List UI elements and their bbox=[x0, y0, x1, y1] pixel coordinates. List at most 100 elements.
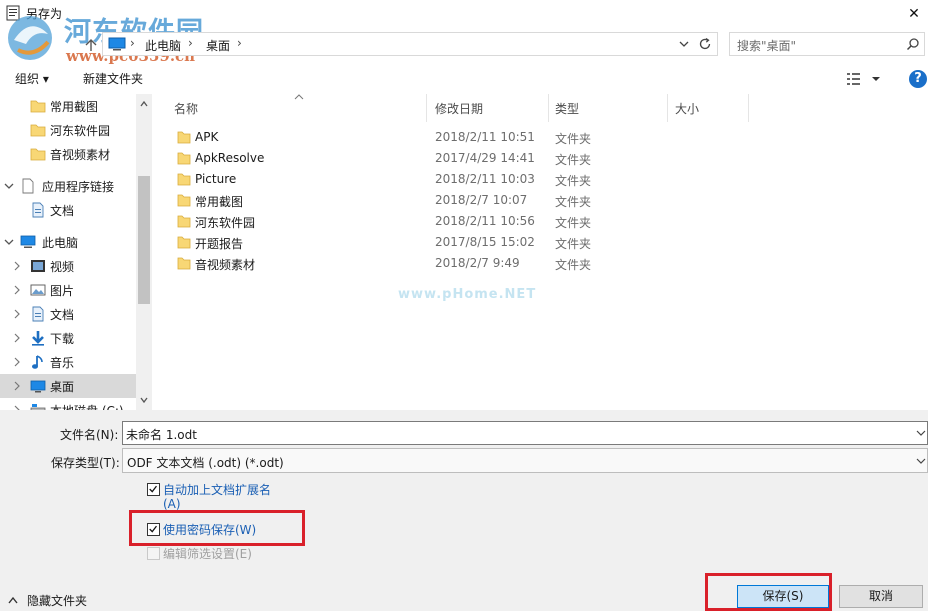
chevron-down-icon[interactable] bbox=[915, 426, 927, 440]
file-row[interactable]: 河东软件园 2018/2/11 10:56 文件夹 bbox=[160, 211, 928, 232]
column-header-name[interactable]: 名称 bbox=[174, 100, 198, 117]
folder-icon bbox=[177, 194, 191, 207]
filename-label: 文件名(N): bbox=[60, 428, 119, 442]
file-name: 开题报告 bbox=[195, 237, 244, 251]
scroll-down-icon[interactable] bbox=[140, 396, 148, 404]
chevron-right-icon[interactable] bbox=[12, 284, 22, 296]
nav-item-label: 本地磁盘 (C:) bbox=[50, 402, 124, 410]
nav-item-pictures[interactable]: 图片 bbox=[0, 278, 136, 302]
breadcrumb-separator: › bbox=[130, 36, 135, 50]
file-date: 2018/2/11 10:56 bbox=[435, 214, 535, 228]
watermark-center: www.pHome.NET bbox=[398, 287, 537, 302]
cancel-button[interactable]: 取消 bbox=[839, 585, 923, 608]
file-date: 2018/2/11 10:51 bbox=[435, 130, 535, 144]
nav-item-desktop[interactable]: 桌面 bbox=[0, 374, 136, 398]
chevron-right-icon[interactable] bbox=[12, 260, 22, 272]
refresh-icon[interactable] bbox=[697, 36, 713, 52]
folder-icon bbox=[177, 257, 191, 270]
file-name: APK bbox=[195, 130, 219, 144]
nav-item-documents-pc[interactable]: 文档 bbox=[0, 302, 136, 326]
view-options-icon[interactable] bbox=[846, 71, 882, 87]
search-placeholder: 搜索"桌面" bbox=[737, 39, 797, 53]
nav-item-local-disk-c[interactable]: 本地磁盘 (C:) bbox=[0, 398, 136, 410]
new-folder-button[interactable]: 新建文件夹 bbox=[83, 70, 143, 87]
column-header-date[interactable]: 修改日期 bbox=[435, 100, 483, 117]
checkmark-icon bbox=[149, 485, 157, 493]
download-icon bbox=[32, 331, 44, 346]
document-icon bbox=[32, 306, 44, 322]
nav-item-label: 常用截图 bbox=[50, 100, 99, 114]
column-divider[interactable] bbox=[748, 94, 749, 122]
nav-item-videos[interactable]: 视频 bbox=[0, 254, 136, 278]
file-row[interactable]: 音视频素材 2018/2/7 9:49 文件夹 bbox=[160, 253, 928, 274]
folder-icon bbox=[30, 124, 46, 137]
search-input[interactable]: 搜索"桌面" bbox=[729, 32, 925, 56]
filetype-label: 保存类型(T): bbox=[51, 456, 120, 470]
nav-item-label: 文档 bbox=[50, 308, 75, 322]
file-name: ApkResolve bbox=[195, 151, 265, 165]
hide-folders-label: 隐藏文件夹 bbox=[27, 594, 88, 608]
file-date: 2017/4/29 14:41 bbox=[435, 151, 535, 165]
nav-item-label: 视频 bbox=[50, 260, 75, 274]
close-button[interactable]: ✕ bbox=[900, 0, 928, 28]
chevron-up-icon bbox=[8, 596, 18, 604]
chevron-down-icon[interactable] bbox=[4, 236, 14, 248]
column-divider[interactable] bbox=[548, 94, 549, 122]
file-row[interactable]: 常用截图 2018/2/7 10:07 文件夹 bbox=[160, 190, 928, 211]
chevron-right-icon[interactable] bbox=[12, 332, 22, 344]
file-date: 2018/2/7 9:49 bbox=[435, 256, 520, 270]
nav-scrollbar-thumb[interactable] bbox=[138, 176, 150, 304]
nav-item-this-pc[interactable]: 此电脑 bbox=[0, 230, 136, 254]
chevron-right-icon[interactable] bbox=[12, 308, 22, 320]
document-icon bbox=[22, 178, 34, 194]
column-divider[interactable] bbox=[667, 94, 668, 122]
help-button[interactable]: ? bbox=[909, 70, 927, 88]
column-divider[interactable] bbox=[426, 94, 427, 122]
chevron-down-icon[interactable] bbox=[4, 180, 14, 192]
column-header-type[interactable]: 类型 bbox=[555, 100, 579, 117]
file-date: 2018/2/7 10:07 bbox=[435, 193, 528, 207]
chevron-right-icon[interactable] bbox=[12, 356, 22, 368]
address-bar[interactable]: › 此电脑 › 桌面 › bbox=[102, 32, 718, 56]
chevron-down-icon[interactable] bbox=[915, 454, 927, 468]
auto-extension-label[interactable]: 自动加上文档扩展名 bbox=[163, 481, 271, 498]
folder-icon bbox=[177, 152, 191, 165]
nav-item-label: 桌面 bbox=[50, 380, 75, 394]
nav-item-documents[interactable]: 文档 bbox=[0, 198, 136, 222]
auto-extension-checkbox[interactable] bbox=[147, 483, 160, 496]
file-name: 音视频素材 bbox=[195, 258, 256, 272]
filetype-select[interactable]: ODF 文本文档 (.odt) (*.odt) bbox=[122, 448, 928, 473]
highlight-box-password bbox=[129, 510, 305, 546]
nav-item-downloads[interactable]: 下载 bbox=[0, 326, 136, 350]
file-type: 文件夹 bbox=[555, 132, 592, 146]
nav-item-media[interactable]: 音视频素材 bbox=[0, 142, 136, 166]
nav-item-screenshots[interactable]: 常用截图 bbox=[0, 94, 136, 118]
breadcrumb-separator: › bbox=[237, 36, 242, 50]
breadcrumb-this-pc[interactable]: 此电脑 bbox=[145, 37, 181, 54]
search-icon[interactable] bbox=[906, 37, 920, 51]
chevron-right-icon[interactable] bbox=[12, 380, 22, 392]
file-row[interactable]: APK 2018/2/11 10:51 文件夹 bbox=[160, 127, 928, 148]
file-row[interactable]: ApkResolve 2017/4/29 14:41 文件夹 bbox=[160, 148, 928, 169]
column-header-size[interactable]: 大小 bbox=[675, 100, 699, 117]
computer-icon bbox=[20, 235, 36, 248]
up-arrow-icon[interactable] bbox=[84, 38, 98, 52]
file-row[interactable]: Picture 2018/2/11 10:03 文件夹 bbox=[160, 169, 928, 190]
file-type: 文件夹 bbox=[555, 195, 592, 209]
edit-filter-settings-checkbox bbox=[147, 547, 160, 560]
folder-icon bbox=[177, 131, 191, 144]
filename-input[interactable]: 未命名 1.odt bbox=[122, 421, 928, 445]
desktop-icon bbox=[30, 380, 46, 393]
breadcrumb-desktop[interactable]: 桌面 bbox=[206, 37, 230, 54]
highlight-box-save bbox=[705, 573, 832, 611]
nav-item-label: 河东软件园 bbox=[50, 124, 111, 138]
nav-item-music[interactable]: 音乐 bbox=[0, 350, 136, 374]
chevron-down-icon[interactable] bbox=[677, 36, 691, 52]
file-row[interactable]: 开题报告 2017/8/15 15:02 文件夹 bbox=[160, 232, 928, 253]
nav-item-hedong[interactable]: 河东软件园 bbox=[0, 118, 136, 142]
auto-extension-label-accel[interactable]: (A) bbox=[163, 497, 181, 511]
scroll-up-icon[interactable] bbox=[140, 100, 148, 108]
nav-item-app-links[interactable]: 应用程序链接 bbox=[0, 174, 136, 198]
nav-item-label: 文档 bbox=[50, 204, 75, 218]
organize-button[interactable]: 组织 ▾ bbox=[15, 70, 49, 87]
